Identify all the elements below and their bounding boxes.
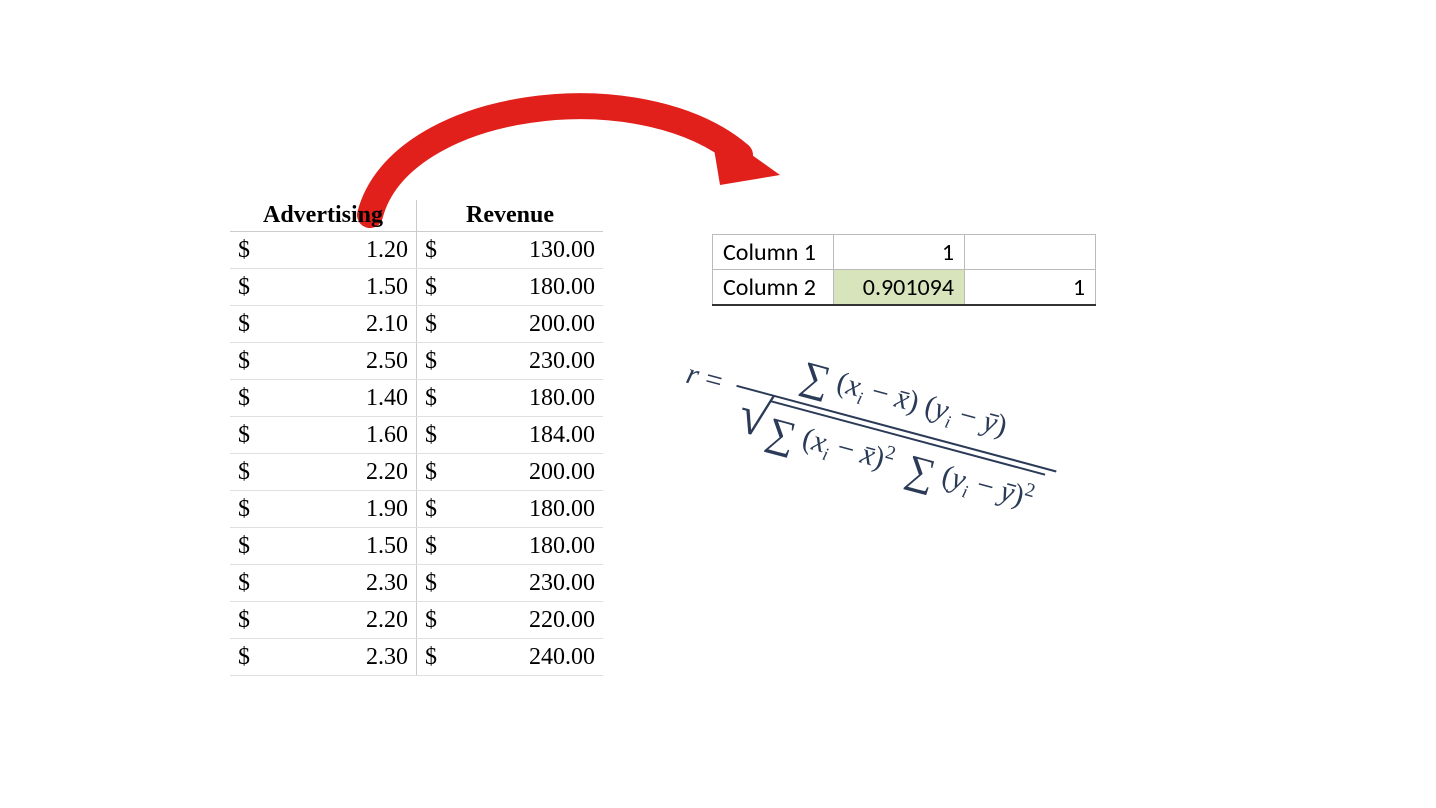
table-row: $1.90$180.00 bbox=[230, 491, 603, 528]
cell-advertising: $2.50 bbox=[230, 343, 417, 380]
cell-revenue: $130.00 bbox=[417, 232, 604, 269]
table-row: $2.10$200.00 bbox=[230, 306, 603, 343]
corr-row2-label: Column 2 bbox=[713, 270, 834, 306]
corr-row2-v1: 0.901094 bbox=[834, 270, 965, 306]
corr-row-2: Column 2 0.901094 1 bbox=[713, 270, 1096, 306]
correlation-table: Column 1 1 Column 2 0.901094 1 bbox=[712, 234, 1096, 306]
cell-advertising: $2.20 bbox=[230, 454, 417, 491]
cell-revenue: $200.00 bbox=[417, 454, 604, 491]
cell-advertising: $1.90 bbox=[230, 491, 417, 528]
cell-advertising: $2.30 bbox=[230, 639, 417, 676]
cell-advertising: $1.20 bbox=[230, 232, 417, 269]
corr-row-1: Column 1 1 bbox=[713, 235, 1096, 270]
correlation-formula: r = ∑ (xi − x̄) (yi − ȳ) √ ∑ (xi − x̄)2 … bbox=[672, 322, 1070, 527]
data-header-advertising: Advertising bbox=[230, 200, 417, 232]
table-row: $1.20$130.00 bbox=[230, 232, 603, 269]
cell-advertising: $2.30 bbox=[230, 565, 417, 602]
table-row: $1.60$184.00 bbox=[230, 417, 603, 454]
cell-revenue: $220.00 bbox=[417, 602, 604, 639]
cell-revenue: $230.00 bbox=[417, 343, 604, 380]
cell-advertising: $1.40 bbox=[230, 380, 417, 417]
data-table: Advertising Revenue $1.20$130.00$1.50$18… bbox=[230, 200, 603, 676]
corr-row2-v2: 1 bbox=[965, 270, 1096, 306]
cell-revenue: $180.00 bbox=[417, 491, 604, 528]
corr-row1-label: Column 1 bbox=[713, 235, 834, 270]
table-row: $2.50$230.00 bbox=[230, 343, 603, 380]
cell-revenue: $230.00 bbox=[417, 565, 604, 602]
table-row: $2.30$230.00 bbox=[230, 565, 603, 602]
cell-revenue: $184.00 bbox=[417, 417, 604, 454]
cell-advertising: $1.60 bbox=[230, 417, 417, 454]
corr-row1-v2 bbox=[965, 235, 1096, 270]
cell-revenue: $240.00 bbox=[417, 639, 604, 676]
cell-revenue: $180.00 bbox=[417, 528, 604, 565]
cell-revenue: $180.00 bbox=[417, 269, 604, 306]
cell-revenue: $200.00 bbox=[417, 306, 604, 343]
table-row: $1.50$180.00 bbox=[230, 528, 603, 565]
table-row: $1.50$180.00 bbox=[230, 269, 603, 306]
table-row: $2.20$220.00 bbox=[230, 602, 603, 639]
cell-revenue: $180.00 bbox=[417, 380, 604, 417]
data-table-body: $1.20$130.00$1.50$180.00$2.10$200.00$2.5… bbox=[230, 232, 603, 676]
cell-advertising: $1.50 bbox=[230, 269, 417, 306]
table-row: $2.20$200.00 bbox=[230, 454, 603, 491]
corr-row1-v1: 1 bbox=[834, 235, 965, 270]
table-row: $1.40$180.00 bbox=[230, 380, 603, 417]
cell-advertising: $1.50 bbox=[230, 528, 417, 565]
data-header-revenue: Revenue bbox=[417, 200, 604, 232]
cell-advertising: $2.20 bbox=[230, 602, 417, 639]
page-stage: Advertising Revenue $1.20$130.00$1.50$18… bbox=[0, 0, 1436, 808]
cell-advertising: $2.10 bbox=[230, 306, 417, 343]
table-row: $2.30$240.00 bbox=[230, 639, 603, 676]
